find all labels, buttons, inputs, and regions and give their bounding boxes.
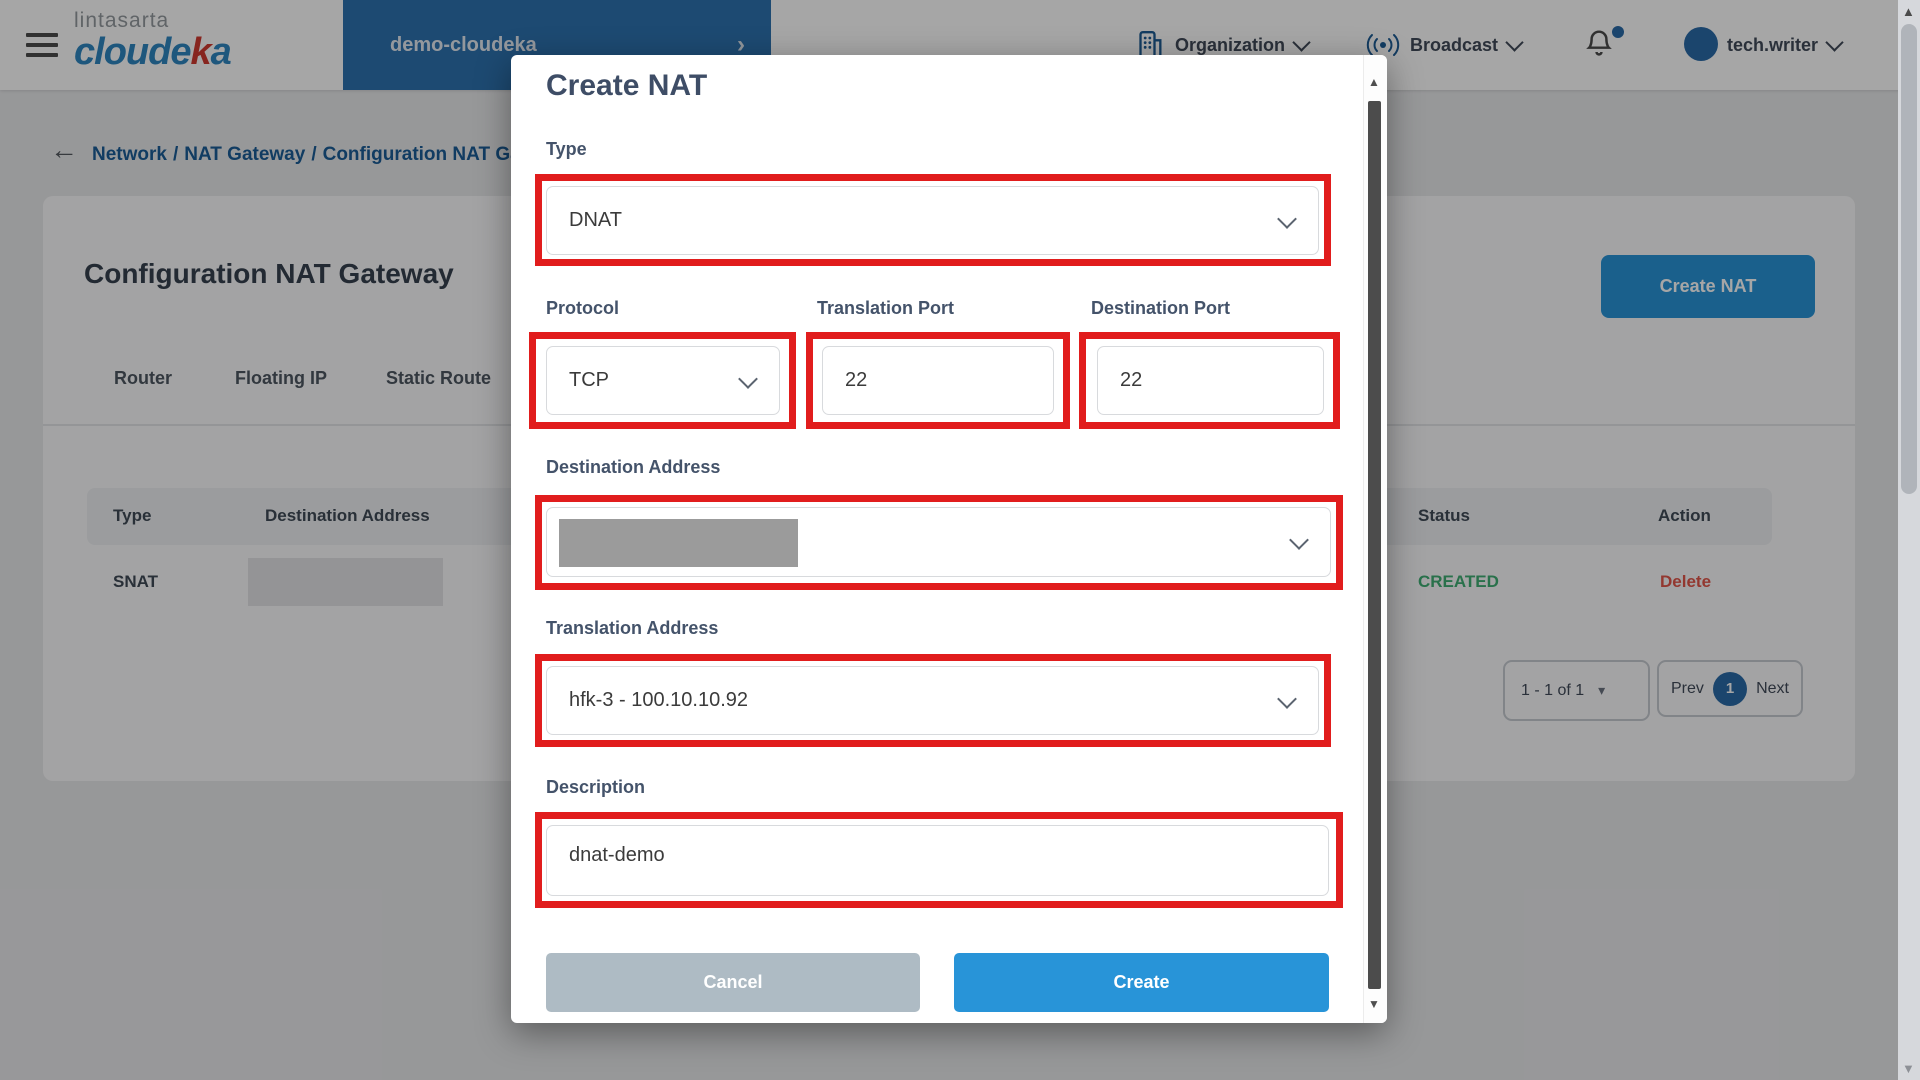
protocol-select[interactable]: TCP (546, 346, 780, 415)
modal-scrollbar[interactable]: ▲ ▼ (1363, 55, 1387, 1023)
type-value: DNAT (569, 209, 622, 232)
chevron-down-icon (1277, 209, 1297, 229)
description-textarea[interactable]: dnat-demo (546, 825, 1329, 896)
create-button[interactable]: Create (954, 953, 1329, 1012)
translation-port-label: Translation Port (817, 298, 954, 319)
scroll-down-icon[interactable]: ▼ (1368, 997, 1380, 1011)
type-label: Type (546, 139, 587, 160)
chevron-down-icon (1277, 689, 1297, 709)
redacted-destination-address-value (559, 519, 798, 567)
translation-address-select[interactable]: hfk-3 - 100.10.10.92 (546, 666, 1319, 735)
description-label: Description (546, 777, 645, 798)
destination-port-input[interactable]: 22 (1097, 346, 1324, 415)
destination-port-label: Destination Port (1091, 298, 1230, 319)
translation-port-input[interactable]: 22 (822, 346, 1054, 415)
type-select[interactable]: DNAT (546, 186, 1319, 255)
cancel-button[interactable]: Cancel (546, 953, 920, 1012)
translation-address-value: hfk-3 - 100.10.10.92 (569, 689, 748, 712)
page-scrollbar-thumb[interactable] (1901, 24, 1917, 494)
protocol-value: TCP (569, 369, 609, 392)
page-scrollbar[interactable]: ▲ ▼ (1898, 0, 1920, 1080)
scroll-up-icon[interactable]: ▲ (1902, 4, 1915, 19)
create-nat-modal: Create NAT Type DNAT Protocol Translatio… (511, 55, 1387, 1023)
chevron-down-icon (1289, 530, 1309, 550)
scroll-down-icon[interactable]: ▼ (1902, 1061, 1915, 1076)
destination-address-select[interactable] (546, 507, 1331, 577)
destination-address-label: Destination Address (546, 457, 720, 478)
scroll-up-icon[interactable]: ▲ (1368, 75, 1380, 89)
destination-port-value: 22 (1120, 369, 1142, 392)
translation-port-value: 22 (845, 369, 867, 392)
translation-address-label: Translation Address (546, 618, 718, 639)
protocol-label: Protocol (546, 298, 619, 319)
description-value: dnat-demo (569, 844, 665, 867)
modal-scrollbar-thumb[interactable] (1368, 101, 1381, 989)
modal-title: Create NAT (546, 69, 707, 103)
chevron-down-icon (738, 369, 758, 389)
